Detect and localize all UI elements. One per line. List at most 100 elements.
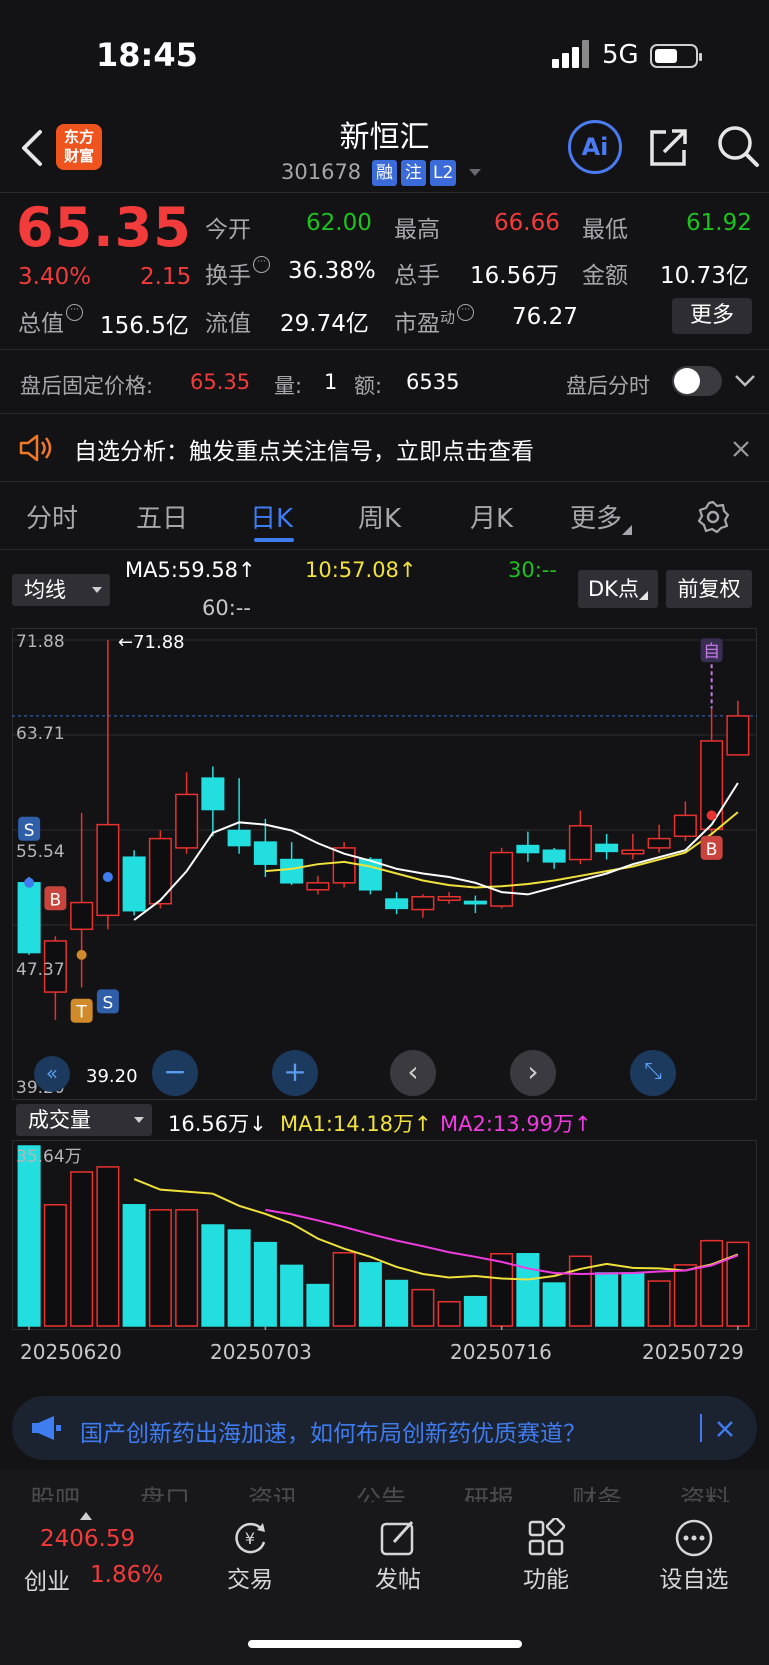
ghost-tab-1[interactable]: 盘口 [140, 1486, 190, 1502]
chevron-down-icon[interactable] [468, 168, 482, 178]
signal-dot [706, 810, 717, 821]
candle-body [122, 856, 146, 912]
rewind-button[interactable]: « [34, 1056, 70, 1092]
status-time: 18:45 [96, 36, 198, 74]
adjust-button[interactable]: 前复权 [666, 570, 752, 608]
tag-registered[interactable]: 注 [401, 160, 426, 186]
scroll-right-button[interactable]: › [510, 1050, 556, 1096]
signal-marker-label: S [24, 821, 35, 841]
after-hours-toggle[interactable] [672, 366, 722, 396]
info-dots-icon[interactable]: ··· [253, 256, 270, 273]
tag-margin[interactable]: 融 [372, 160, 397, 186]
candle-body [490, 851, 514, 907]
volume-bar [411, 1288, 435, 1327]
tab-more[interactable]: 更多 [570, 498, 633, 535]
more-dots-icon[interactable] [674, 1518, 714, 1558]
fullscreen-button[interactable]: ⤡ [630, 1050, 676, 1096]
axis-label-0: 71.88 [16, 632, 65, 652]
analysis-text[interactable]: 自选分析：触发重点关注信号，立即点击查看 [74, 432, 534, 466]
trade-icon[interactable]: ¥ [230, 1518, 270, 1558]
function-grid-icon[interactable] [526, 1518, 566, 1558]
news-text[interactable]: 国产创新药出海加速，如何布局创新药优质赛道？ [80, 1414, 586, 1448]
close-icon[interactable] [732, 440, 750, 458]
ghost-tab-5[interactable]: 财务 [572, 1486, 622, 1502]
float-cap-label: 流值 [205, 311, 251, 337]
kline-chart[interactable]: SBSTB自 [12, 628, 757, 1100]
ghost-tab-3[interactable]: 公告 [356, 1486, 406, 1502]
axis-label-2: 55.54 [16, 842, 65, 862]
volume-bar [227, 1229, 251, 1327]
chevron-down-icon[interactable] [734, 374, 756, 388]
after-hours-amt: 6535 [406, 370, 460, 394]
more-button[interactable]: 更多 [672, 298, 752, 334]
stock-code: 301678 [281, 160, 362, 184]
zoom-out-button[interactable]: − [152, 1050, 198, 1096]
scroll-left-button[interactable]: ‹ [390, 1050, 436, 1096]
min-price-label: 39.20 [86, 1066, 138, 1087]
ma10-label: 10:57.08↑ [305, 558, 417, 582]
candle-body [227, 829, 251, 847]
search-icon[interactable] [716, 124, 760, 168]
tab-weekly-k[interactable]: 周K [358, 498, 401, 535]
candle-body [621, 849, 645, 855]
candle-body [726, 715, 750, 756]
dk-point-button[interactable]: DK点 [578, 570, 658, 608]
tag-l2[interactable]: L2 [430, 160, 457, 186]
candle-body [542, 849, 566, 863]
signal-marker-label: S [102, 993, 113, 1013]
tab-five-day[interactable]: 五日 [136, 498, 188, 535]
volume-bar [43, 1204, 67, 1327]
after-hours-timeshare-label: 盘后分时 [566, 374, 650, 398]
index-value[interactable]: 2406.59 [40, 1526, 135, 1552]
volume-bar [17, 1145, 41, 1327]
tab-monthly-k[interactable]: 月K [470, 498, 513, 535]
candle-body [673, 814, 697, 838]
index-percent[interactable]: 1.86% [90, 1562, 163, 1588]
post-edit-icon[interactable] [378, 1518, 418, 1558]
volume-bar [385, 1279, 409, 1327]
axis-label-1: 63.71 [16, 724, 65, 744]
amount-value: 10.73亿 [660, 263, 749, 289]
share-icon[interactable] [648, 126, 690, 168]
nav-trade[interactable]: 交易 [200, 1560, 300, 1594]
candle-body [568, 825, 592, 861]
info-dots-icon[interactable]: ··· [66, 304, 83, 321]
ma60-label: 60:-- [202, 596, 251, 620]
ai-button[interactable]: Ai [568, 120, 622, 174]
info-dots-icon[interactable]: ··· [457, 304, 475, 321]
ghost-tab-6[interactable]: 资料 [680, 1486, 730, 1502]
candle-body [96, 823, 120, 917]
nav-post[interactable]: 发帖 [348, 1560, 448, 1594]
volume-bar [516, 1253, 540, 1327]
date-label-1: 20250703 [210, 1340, 312, 1364]
candle-body [253, 841, 277, 865]
ghost-tab-0[interactable]: 股吧 [30, 1486, 80, 1502]
pe-dynamic-mark: 动 [440, 308, 456, 327]
volume-indicator-selector[interactable]: 成交量 [16, 1104, 152, 1136]
index-name[interactable]: 创业 [24, 1562, 70, 1596]
close-icon[interactable] [716, 1420, 734, 1438]
ghost-tab-2[interactable]: 资讯 [248, 1486, 298, 1502]
nav-add-watchlist[interactable]: 设自选 [644, 1560, 744, 1594]
high-value: 66.66 [494, 210, 560, 236]
vma1-line [133, 1178, 739, 1281]
ghost-tab-4[interactable]: 研报 [464, 1486, 514, 1502]
axis-label-3: 47.37 [16, 960, 65, 980]
settings-gear-icon[interactable] [696, 500, 730, 534]
volume-chart[interactable] [12, 1140, 757, 1330]
volume-label: 总手 [394, 263, 440, 289]
volume-bar [673, 1264, 697, 1327]
tab-timeshare[interactable]: 分时 [26, 498, 78, 535]
after-hours-amt-label: 额: [354, 374, 383, 398]
date-label-3: 20250729 [642, 1340, 744, 1364]
candle-body [201, 777, 225, 811]
signal-marker-label: 自 [703, 642, 720, 662]
tab-daily-k[interactable]: 日K [250, 498, 293, 535]
zoom-in-button[interactable]: + [272, 1050, 318, 1096]
nav-function[interactable]: 功能 [496, 1560, 596, 1594]
after-hours-vol: 1 [324, 370, 338, 394]
change-amount: 2.15 [140, 264, 192, 290]
corner-triangle-icon [638, 591, 648, 600]
candle-body [148, 837, 172, 905]
indicator-selector[interactable]: 均线 [12, 574, 110, 606]
